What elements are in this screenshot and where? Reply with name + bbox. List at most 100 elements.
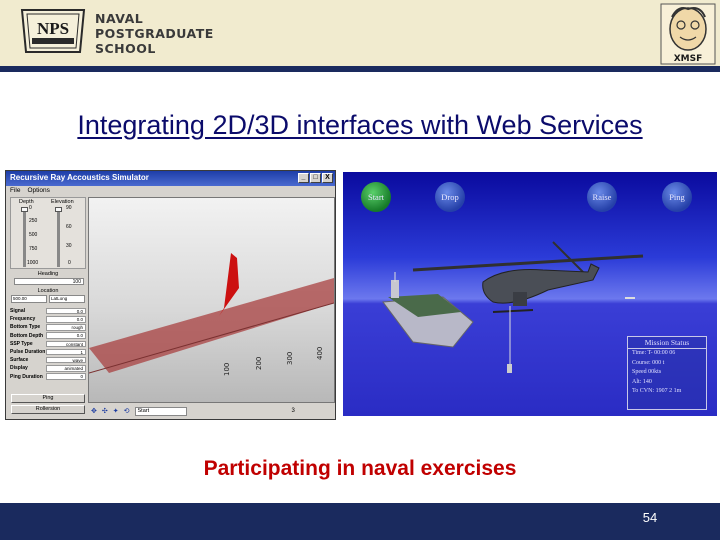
param-value[interactable]: constant: [46, 340, 86, 348]
xmsf-text: XMSF: [674, 54, 703, 64]
walk-icon[interactable]: ✦: [113, 407, 119, 415]
menu-file[interactable]: File: [10, 187, 20, 195]
param-row-signal: Signal 0.0: [10, 307, 86, 315]
param-value[interactable]: rough: [46, 324, 86, 331]
ray-surface: [89, 278, 334, 373]
range-label: 300: [286, 352, 294, 365]
maximize-button[interactable]: □: [310, 173, 321, 183]
mission-to-cvn: To CVN: 1907 2 1m: [632, 388, 682, 394]
ray-plot: 100 200 300 400: [88, 253, 335, 376]
slide-caption: Participating in naval exercises: [203, 457, 517, 480]
param-value[interactable]: 0.0: [46, 316, 86, 323]
param-value[interactable]: 0.0: [46, 332, 86, 339]
ping-button[interactable]: Ping: [11, 394, 85, 403]
elevation-tick: 0: [68, 260, 71, 266]
param-name: Signal: [10, 308, 26, 315]
viewpoint-count: 3: [291, 408, 295, 414]
elevation-slider-track[interactable]: [57, 207, 60, 267]
school-name-line-2: POSTGRADUATE: [95, 26, 214, 41]
school-name-line-1: NAVAL: [95, 11, 144, 26]
param-row-bottom-type: Bottom Type rough: [10, 323, 86, 331]
param-row-bottom-depth: Bottom Depth 0.0: [10, 332, 86, 340]
header-divider: [0, 66, 720, 72]
nps-seal-logo: NPS: [20, 9, 86, 53]
dipping-sonar: [507, 364, 512, 373]
param-row-surface: Surface wave: [10, 356, 86, 364]
elevation-tick: 90: [66, 205, 72, 211]
param-name: Ping Duration: [10, 373, 43, 380]
elevation-tick: 60: [66, 224, 72, 230]
heading-label: Heading: [37, 271, 59, 277]
location-value-input[interactable]: 500.00: [11, 295, 47, 303]
param-name: SSP Type: [10, 340, 33, 347]
simulator-window: Recursive Ray Accoustics Simulator _ □ X…: [5, 170, 336, 420]
control-panel: Depth Elevation 0 250 500 750 1000 90 60…: [8, 197, 86, 419]
param-name: Bottom Type: [10, 324, 41, 331]
depth-tick: 500: [29, 232, 38, 238]
depth-tick: 750: [29, 246, 38, 252]
zoom-icon[interactable]: ⟲: [124, 407, 130, 415]
navigation-toolbar: ✥ ✣ ✦ ⟲ Start 3: [88, 405, 335, 417]
aircraft-carrier: [382, 272, 474, 348]
param-name: Display: [10, 365, 28, 372]
rollersion-button[interactable]: Rollersion: [11, 405, 85, 414]
simulator-window-title: Recursive Ray Accoustics Simulator: [10, 173, 149, 182]
elevation-slider-thumb[interactable]: [55, 207, 62, 212]
xmsf-logo: XMSF: [660, 3, 716, 65]
param-name: Surface: [10, 357, 29, 364]
depth-tick: 1000: [27, 260, 39, 266]
window-controls: _ □ X: [298, 173, 333, 183]
location-label: Location: [37, 288, 59, 294]
depth-slider-thumb[interactable]: [21, 207, 28, 212]
mission-time: Time: T- 00:00 06: [632, 350, 676, 356]
param-row-frequency: Frequency 0.0: [10, 315, 86, 323]
school-name-line-3: SCHOOL: [95, 41, 156, 56]
param-value[interactable]: 0.0: [46, 307, 86, 315]
parameter-list: Signal 0.0 Frequency 0.0 Bottom Type rough …: [10, 307, 86, 381]
simulator-titlebar: Recursive Ray Accoustics Simulator _ □ X: [6, 171, 335, 186]
location-format-select[interactable]: LatLong: [49, 295, 85, 303]
depth-tick: 0: [29, 205, 32, 211]
distant-ship: [625, 297, 635, 299]
mission-altitude: Alt: 140: [632, 378, 652, 385]
slide-title: Integrating 2D/3D interfaces with Web Se…: [77, 110, 643, 140]
param-row-display: Display animated: [10, 364, 86, 372]
mission-status-title: Mission Status: [628, 337, 706, 349]
simulator-3d-viewport[interactable]: 100 200 300 400: [88, 197, 335, 403]
param-name: Bottom Depth: [10, 332, 44, 339]
param-row-ping-duration: Ping Duration 0: [10, 373, 86, 381]
heading-input[interactable]: 100: [14, 278, 84, 285]
param-value[interactable]: 0: [46, 373, 86, 380]
param-row-pulse-duration: Pulse Duration 1: [10, 348, 86, 356]
page-number: 54: [642, 510, 658, 525]
range-label: 400: [316, 347, 324, 360]
seal-text: NPS: [37, 19, 69, 38]
param-name: Frequency: [10, 316, 36, 323]
rotate-icon[interactable]: ✥: [91, 407, 97, 415]
close-button[interactable]: X: [322, 173, 333, 183]
viewpoint-select[interactable]: Start: [134, 406, 187, 416]
footer-bar: 54: [0, 503, 720, 540]
simulator-menubar: File Options: [6, 186, 335, 196]
menu-options[interactable]: Options: [27, 187, 49, 195]
elevation-tick: 30: [66, 243, 72, 249]
slider-area: Depth Elevation 0 250 500 750 1000 90 60…: [10, 197, 86, 269]
minimize-button[interactable]: _: [298, 173, 309, 183]
param-value[interactable]: animated: [46, 365, 86, 372]
school-name: NAVAL POSTGRADUATE SCHOOL: [95, 11, 214, 56]
depth-slider-track[interactable]: [23, 207, 26, 267]
header: NPS NAVAL POSTGRADUATE SCHOOL XMSF: [0, 0, 720, 72]
mission-course: Course: 000 t: [632, 359, 665, 366]
mission-speed: Speed 00kts: [632, 369, 662, 375]
location-fields: 500.00 LatLong: [11, 295, 85, 303]
range-label: 100: [223, 363, 231, 376]
depth-tick: 250: [29, 218, 38, 224]
mission-status-panel: Mission Status Time: T- 00:00 06 Course:…: [627, 336, 707, 410]
pan-icon[interactable]: ✣: [102, 407, 108, 415]
param-value[interactable]: 1: [46, 348, 86, 356]
param-row-ssp-type: SSP Type constant: [10, 340, 86, 348]
param-value[interactable]: wave: [46, 356, 86, 364]
mission-scene[interactable]: Start Drop Raise Ping Mission Status Tim…: [343, 172, 717, 416]
range-label: 200: [255, 357, 263, 370]
param-name: Pulse Duration: [10, 349, 46, 356]
